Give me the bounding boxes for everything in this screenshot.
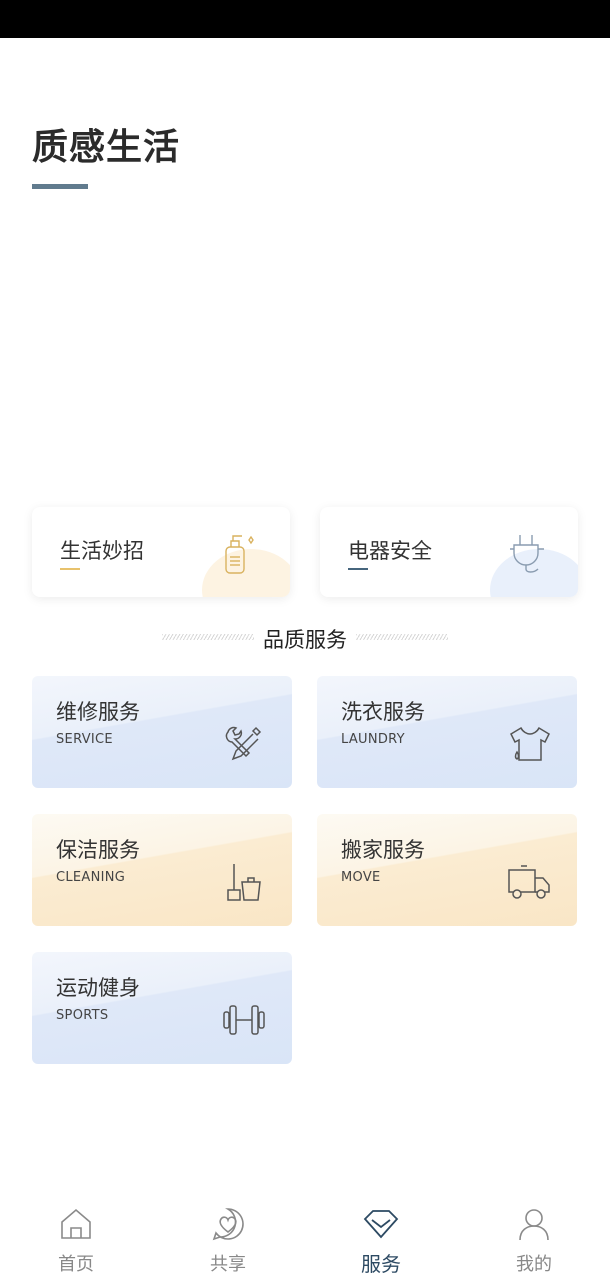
tab-label: 首页 xyxy=(58,1254,94,1275)
share-heart-icon xyxy=(212,1208,244,1241)
tab-services[interactable]: 服务 xyxy=(305,1190,457,1280)
service-name-en: CLEANING xyxy=(56,870,126,885)
service-name-en: SERVICE xyxy=(56,732,113,747)
tab-label: 我的 xyxy=(516,1254,552,1275)
soap-bottle-icon xyxy=(225,535,254,574)
home-icon xyxy=(61,1208,91,1239)
service-card-repair[interactable]: 维修服务 SERVICE xyxy=(32,676,292,788)
tab-share[interactable]: 共享 xyxy=(152,1190,304,1280)
tip-card-label: 生活妙招 xyxy=(60,539,144,563)
service-name: 维修服务 xyxy=(56,700,140,724)
service-name-en: SPORTS xyxy=(56,1008,109,1023)
section-header: 品质服务 xyxy=(162,622,448,652)
tab-home[interactable]: 首页 xyxy=(0,1190,152,1280)
bottom-tab-bar: 首页 共享 服务 我的 xyxy=(0,1190,610,1280)
cleaning-icon xyxy=(227,864,261,901)
page-title: 质感生活 xyxy=(32,127,181,168)
dumbbell-icon xyxy=(223,1005,265,1035)
status-bar xyxy=(0,0,610,38)
service-name: 运动健身 xyxy=(56,976,140,1000)
tip-card-life-hacks[interactable]: 生活妙招 xyxy=(32,507,290,597)
tip-card-mark xyxy=(348,568,368,570)
tip-card-label: 电器安全 xyxy=(348,539,432,563)
profile-icon xyxy=(519,1209,549,1241)
shirt-icon xyxy=(510,726,550,761)
service-name: 搬家服务 xyxy=(341,838,425,862)
service-name: 洗衣服务 xyxy=(341,700,425,724)
service-name-en: LAUNDRY xyxy=(341,732,405,747)
tip-card-mark xyxy=(60,568,80,570)
service-card-cleaning[interactable]: 保洁服务 CLEANING xyxy=(32,814,292,926)
plug-icon xyxy=(510,535,544,573)
service-card-move[interactable]: 搬家服务 MOVE xyxy=(317,814,577,926)
title-underline xyxy=(32,184,88,189)
service-card-laundry[interactable]: 洗衣服务 LAUNDRY xyxy=(317,676,577,788)
hatch-decoration xyxy=(356,634,448,640)
truck-icon xyxy=(508,865,550,899)
tab-profile[interactable]: 我的 xyxy=(458,1190,610,1280)
diamond-icon xyxy=(363,1210,399,1239)
tip-card-appliance-safety[interactable]: 电器安全 xyxy=(320,507,578,597)
tab-label: 服务 xyxy=(361,1252,401,1276)
service-card-sports[interactable]: 运动健身 SPORTS xyxy=(32,952,292,1064)
tools-icon xyxy=(225,726,262,761)
service-name: 保洁服务 xyxy=(56,838,140,862)
service-name-en: MOVE xyxy=(341,870,381,885)
tab-label: 共享 xyxy=(210,1254,246,1275)
